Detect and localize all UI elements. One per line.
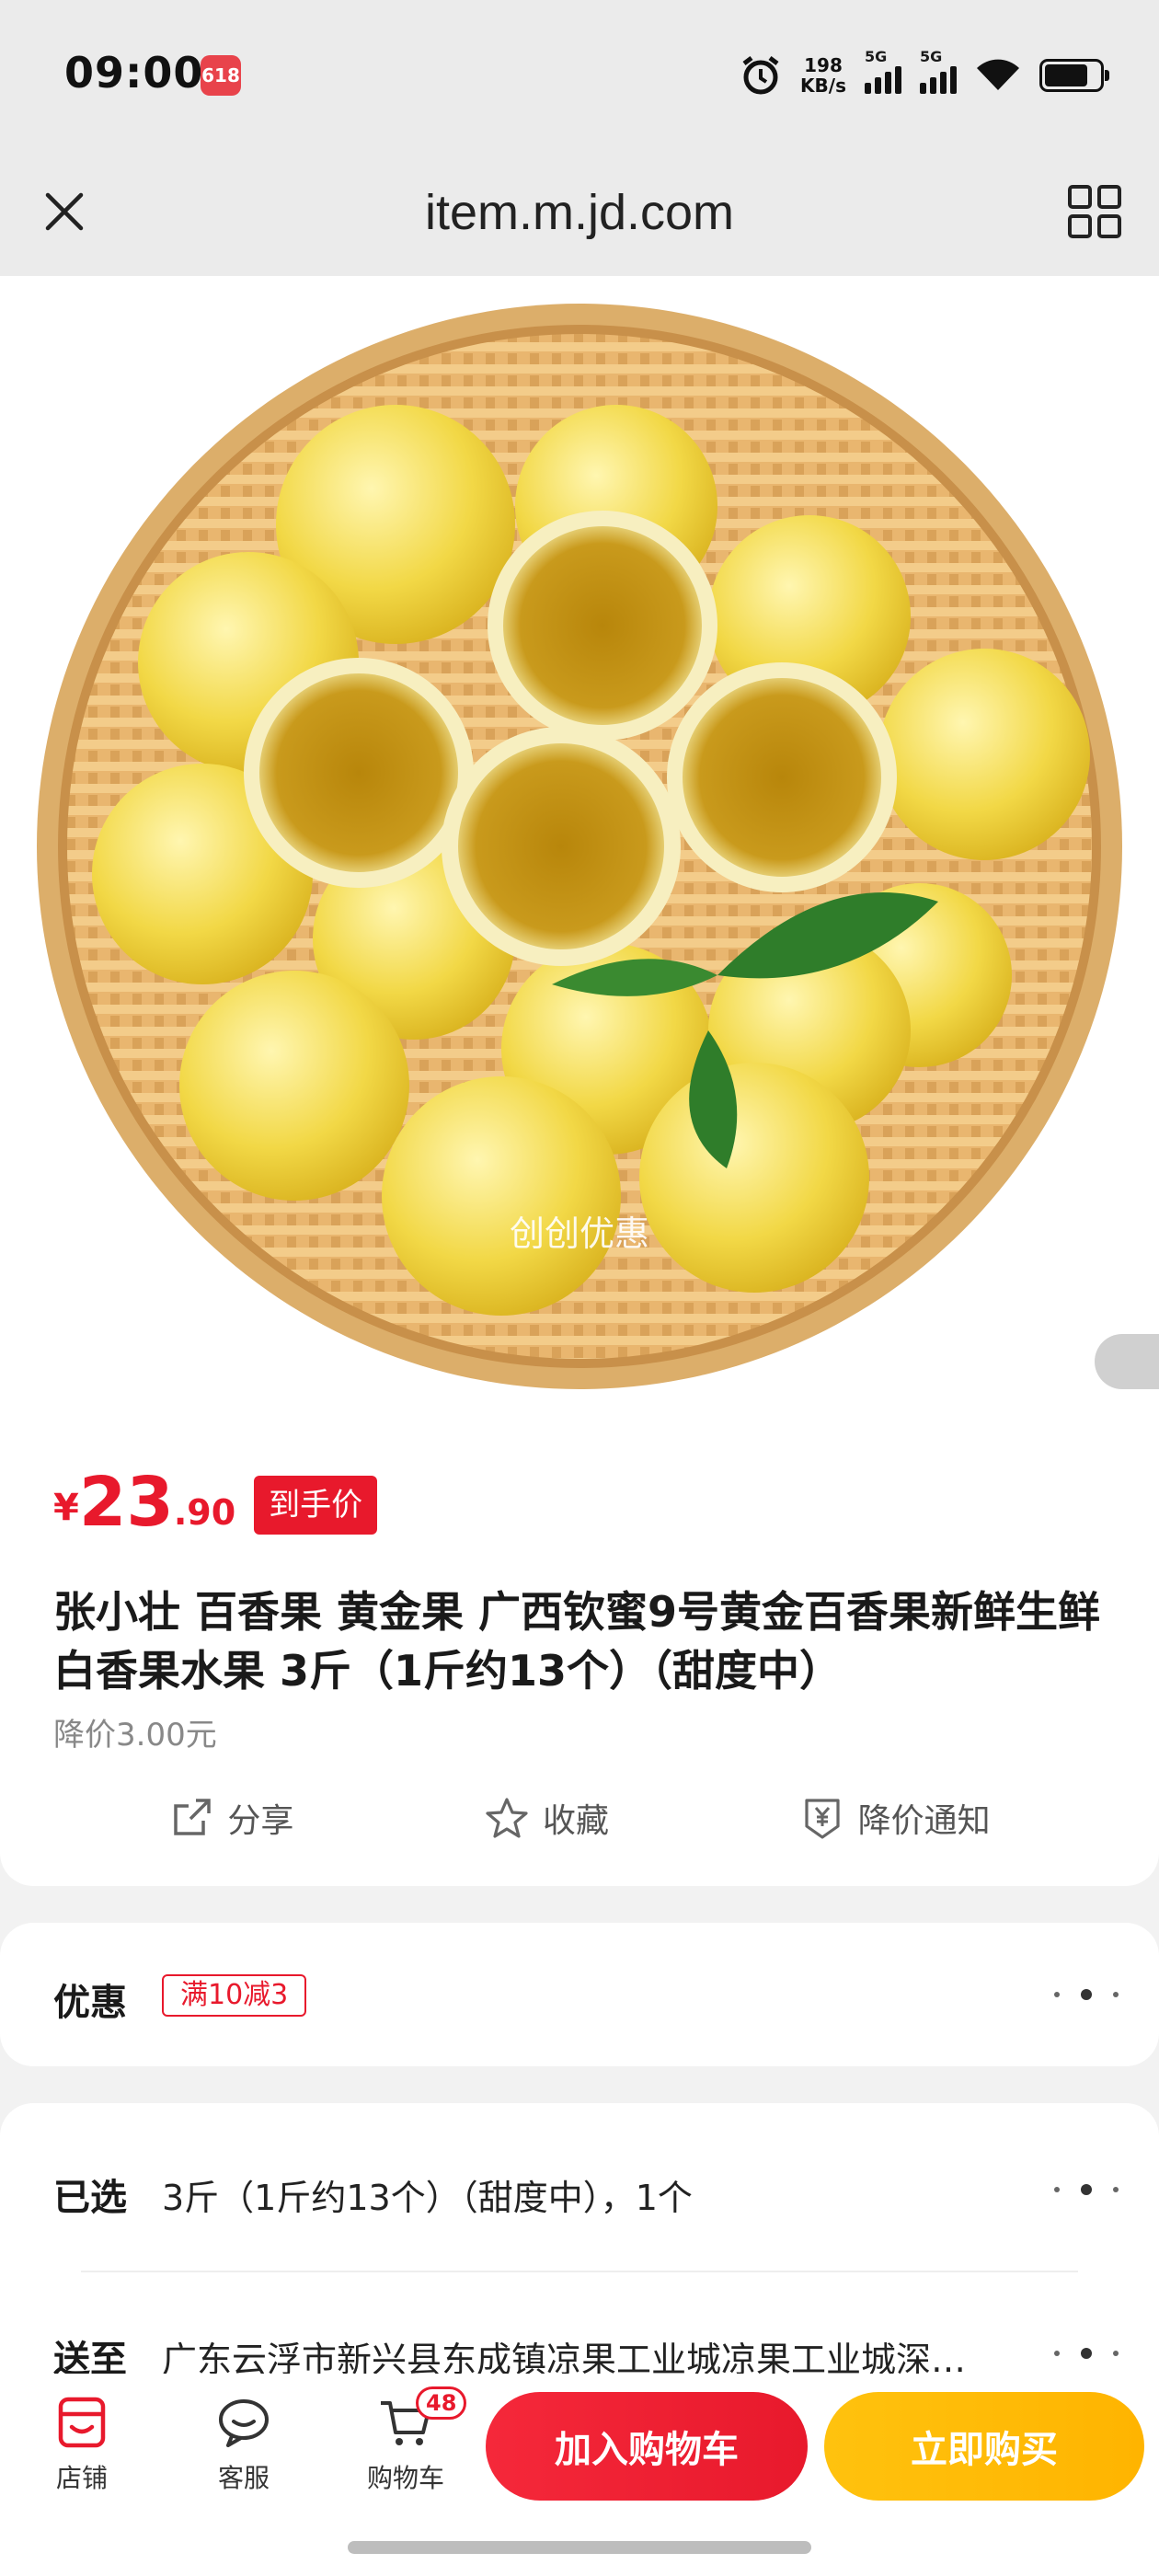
tab-store-label: 店铺 <box>55 2463 108 2493</box>
buy-now-button[interactable]: 立即购买 <box>824 2392 1144 2501</box>
price-decimal: .90 <box>173 1492 236 1533</box>
product-title: 张小壮 百香果 黄金果 广西钦蜜9号黄金百香果新鲜生鲜白香果水果 3斤（1斤约1… <box>53 1587 1101 1696</box>
share-button[interactable]: 分享 <box>168 1794 293 1842</box>
share-label: 分享 <box>227 1802 294 1840</box>
status-bar: 09:00 618 198 KB/s 5G 5G <box>0 0 1159 147</box>
browser-bar: item.m.jd.com <box>0 147 1159 276</box>
tab-customer-service-label: 客服 <box>217 2463 270 2493</box>
signal-icon: 5G <box>920 48 957 94</box>
battery-icon <box>1039 59 1109 92</box>
add-to-cart-button[interactable]: 加入购物车 <box>486 2392 808 2501</box>
image-side-tab[interactable] <box>1095 1334 1159 1389</box>
grid-icon <box>1068 185 1121 238</box>
more-icon[interactable] <box>1054 2344 1119 2363</box>
signal-label: 5G <box>920 48 943 65</box>
home-indicator[interactable] <box>348 2541 811 2554</box>
signal-icon: 5G <box>865 48 901 94</box>
signal-label: 5G <box>865 48 888 65</box>
menu-grid-button[interactable] <box>1058 175 1131 248</box>
price-row: ¥ 23 .90 到手价 <box>53 1463 378 1542</box>
share-icon <box>174 1799 212 1835</box>
favorite-button[interactable]: 收藏 <box>484 1794 609 1842</box>
net-speed: 198 KB/s <box>800 55 846 96</box>
selected-spec-value: 3斤（1斤约13个）（甜度中），1个 <box>162 2178 693 2218</box>
app-notification-icon: 618 <box>201 55 241 96</box>
price-drop-text: 降价3.00元 <box>53 1717 217 1754</box>
price-integer: 23 <box>78 1463 174 1542</box>
selected-label: 已选 <box>53 2177 127 2219</box>
alarm-icon <box>742 56 779 95</box>
promo-label: 优惠 <box>53 1982 127 2024</box>
status-indicators: 198 KB/s 5G 5G <box>740 48 1109 103</box>
product-info-card: ¥ 23 .90 到手价 张小壮 百香果 黄金果 广西钦蜜9号黄金百香果新鲜生鲜… <box>0 1398 1159 1886</box>
customer-service-icon <box>219 2399 269 2447</box>
image-watermark: 创创优惠 <box>509 1213 649 1254</box>
tab-customer-service[interactable]: 客服 <box>175 2394 313 2495</box>
price-currency: ¥ <box>53 1487 79 1529</box>
favorite-label: 收藏 <box>542 1802 609 1840</box>
more-icon[interactable] <box>1054 2180 1119 2199</box>
net-speed-unit: KB/s <box>800 75 846 97</box>
coupon-badge[interactable]: 满10减3 <box>162 1974 307 2017</box>
tab-cart[interactable]: 48 购物车 <box>337 2386 475 2495</box>
url-text[interactable]: item.m.jd.com <box>0 184 1159 241</box>
price-alert-label: 降价通知 <box>857 1802 991 1840</box>
store-icon <box>58 2397 106 2448</box>
divider <box>81 2271 1078 2272</box>
wifi-icon <box>977 59 1019 90</box>
status-time: 09:00 <box>64 48 204 98</box>
product-actions: 分享 收藏 降价通知 <box>0 1794 1159 1842</box>
net-speed-value: 198 <box>804 54 843 76</box>
price-alert-icon <box>805 1799 840 1839</box>
cart-count-badge: 48 <box>416 2386 467 2420</box>
final-price-badge: 到手价 <box>254 1476 378 1535</box>
tab-store[interactable]: 店铺 <box>13 2394 151 2495</box>
price-alert-button[interactable]: 降价通知 <box>799 1794 991 1842</box>
star-icon <box>486 1798 528 1838</box>
product-image[interactable]: 创创优惠 <box>0 276 1159 1398</box>
more-icon[interactable] <box>1054 1985 1119 2004</box>
promotion-row[interactable]: 优惠 满10减3 <box>0 1923 1159 2066</box>
tab-cart-label: 购物车 <box>366 2463 444 2493</box>
